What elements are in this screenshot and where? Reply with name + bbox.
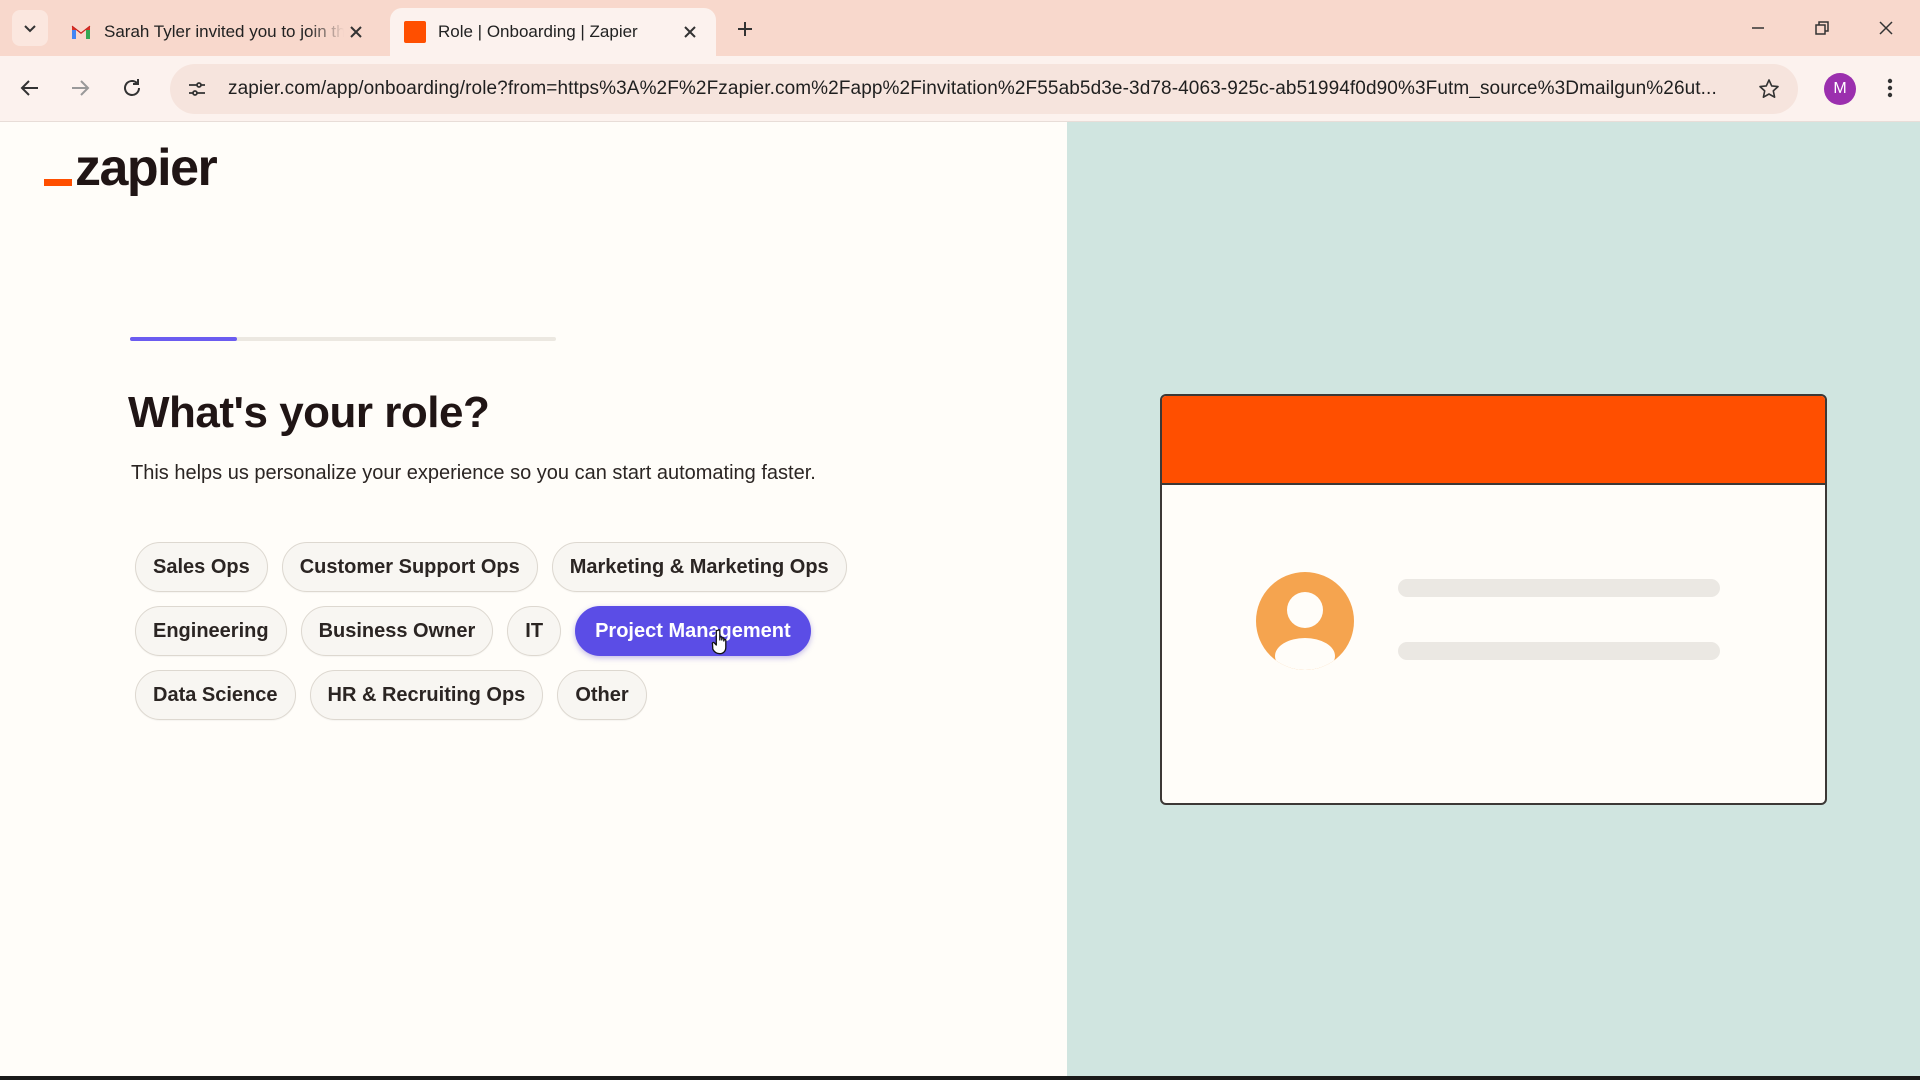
plus-icon	[738, 22, 752, 36]
arrow-left-icon	[20, 80, 38, 96]
logo-text: zapier	[75, 139, 218, 197]
gmail-icon	[71, 25, 91, 39]
zapier-logo[interactable]: zapier	[44, 139, 218, 197]
arrow-right-icon	[72, 80, 90, 96]
role-chip-engineering[interactable]: Engineering	[135, 606, 287, 656]
role-options: Sales Ops Customer Support Ops Marketing &…	[135, 542, 915, 734]
forward-button[interactable]	[60, 68, 100, 108]
browser-tab-bar: Sarah Tyler invited you to join the Role…	[0, 0, 1920, 56]
tab-title: Sarah Tyler invited you to join the	[104, 22, 344, 41]
chevron-down-icon	[24, 25, 36, 33]
onboarding-progress-bar	[130, 337, 556, 341]
role-chip-sales-ops[interactable]: Sales Ops	[135, 542, 268, 592]
site-info-button[interactable]	[174, 66, 220, 112]
reload-icon	[124, 79, 140, 96]
minimize-icon	[1752, 27, 1764, 29]
url-text[interactable]: zapier.com/app/onboarding/role?from=http…	[220, 78, 1746, 100]
role-chip-project-management[interactable]: Project Management	[575, 606, 811, 656]
page-title: What's your role?	[128, 388, 490, 437]
card-header-bar	[1162, 396, 1825, 485]
placeholder-line	[1398, 579, 1720, 597]
minimize-button[interactable]	[1736, 10, 1780, 46]
close-tab-icon[interactable]	[344, 20, 368, 44]
zapier-favicon	[404, 21, 426, 43]
close-window-button[interactable]	[1864, 10, 1908, 46]
role-chip-hr-and-recruiting-ops[interactable]: HR & Recruiting Ops	[309, 670, 544, 720]
role-row: Data Science HR & Recruiting Ops Other	[135, 670, 915, 720]
role-row: Sales Ops Customer Support Ops Marketing &…	[135, 542, 915, 592]
role-chip-other[interactable]: Other	[557, 670, 647, 720]
restore-icon	[1815, 21, 1829, 35]
browser-toolbar: zapier.com/app/onboarding/role?from=http…	[0, 56, 1920, 122]
profile-avatar[interactable]: M	[1824, 73, 1856, 105]
logo-dash	[44, 179, 72, 186]
placeholder-line	[1398, 642, 1720, 660]
hand-pointer-cursor-icon	[711, 629, 727, 655]
more-vert-icon	[1887, 78, 1893, 98]
role-chip-marketing-and-marketing-ops[interactable]: Marketing & Marketing Ops	[551, 542, 847, 592]
star-icon	[1759, 79, 1779, 98]
back-button[interactable]	[10, 68, 50, 108]
close-tab-icon[interactable]	[678, 20, 702, 44]
page-subtitle: This helps us personalize your experienc…	[131, 462, 816, 484]
bookmark-button[interactable]	[1746, 66, 1792, 112]
tune-icon	[189, 82, 205, 96]
role-chip-it[interactable]: IT	[507, 606, 562, 656]
tab-search-button[interactable]	[12, 10, 48, 46]
role-row: Engineering Business Owner IT Project Manag…	[135, 606, 915, 656]
tab-zapier-onboarding[interactable]: Role | Onboarding | Zapier	[390, 8, 716, 56]
profile-card-illustration	[1160, 394, 1827, 805]
screen-bottom-edge	[0, 1076, 1920, 1080]
tab-gmail[interactable]: Sarah Tyler invited you to join the	[56, 8, 382, 56]
role-chip-data-science[interactable]: Data Science	[135, 670, 296, 720]
restore-button[interactable]	[1800, 10, 1844, 46]
tab-title: Role | Onboarding | Zapier	[438, 22, 638, 41]
browser-menu-button[interactable]	[1870, 68, 1910, 108]
reload-button[interactable]	[112, 68, 152, 108]
new-tab-button[interactable]	[730, 14, 760, 44]
role-chip-business-owner[interactable]: Business Owner	[300, 606, 494, 656]
address-bar[interactable]: zapier.com/app/onboarding/role?from=http…	[170, 64, 1798, 114]
role-chip-customer-support-ops[interactable]: Customer Support Ops	[281, 542, 538, 592]
user-avatar-icon	[1256, 572, 1354, 670]
close-icon	[1879, 21, 1893, 35]
progress-fill	[130, 337, 237, 341]
